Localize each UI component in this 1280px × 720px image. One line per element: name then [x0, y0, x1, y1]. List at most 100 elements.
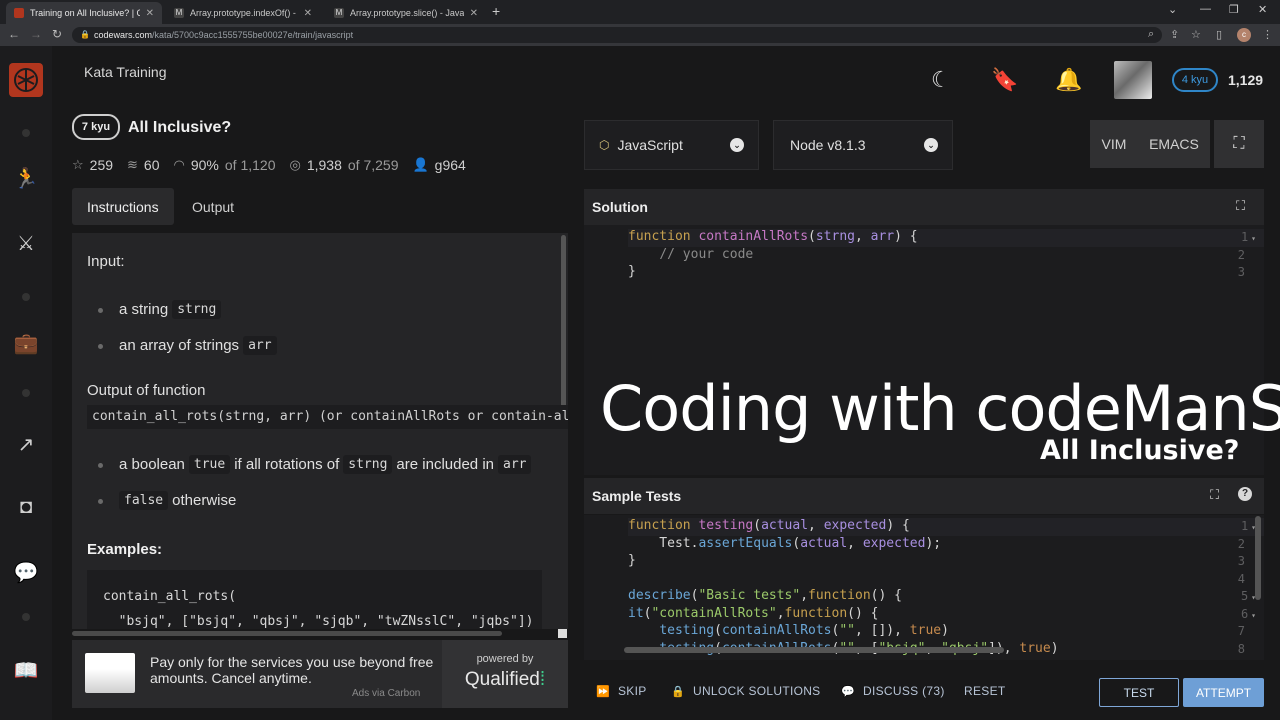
tab-instructions[interactable]: Instructions: [72, 188, 174, 225]
window-close-icon[interactable]: ✕: [1258, 3, 1267, 16]
ad-thumbnail-image[interactable]: [85, 653, 135, 693]
sidebar-discord-icon[interactable]: ◘: [0, 496, 52, 519]
version-select[interactable]: Node v8.1.3 ⌄: [773, 120, 953, 170]
dark-mode-icon[interactable]: ☾: [931, 67, 951, 93]
profile-avatar-icon[interactable]: c: [1237, 28, 1251, 42]
bookmarks-icon[interactable]: 🔖: [991, 67, 1018, 93]
discuss-button[interactable]: 💬 DISCUSS (73): [841, 684, 945, 698]
fullscreen-icon[interactable]: ⛶: [1214, 120, 1264, 168]
close-icon[interactable]: ✕: [304, 8, 312, 19]
sidebar-leaderboard-icon[interactable]: ↗: [0, 432, 52, 457]
code-line: Test.assertEquals(actual, expected);: [628, 536, 942, 551]
solution-panel-header: Solution: [584, 189, 1264, 225]
notifications-bell-icon[interactable]: 🔔: [1055, 67, 1082, 93]
tab-search-icon[interactable]: ⌄: [1168, 3, 1177, 16]
target-icon: ◎: [289, 157, 301, 172]
expand-icon[interactable]: ⛶: [1210, 487, 1219, 503]
browser-tab-indexof[interactable]: M Array.prototype.indexOf() - JavaScript…: [166, 2, 320, 24]
sidebar-divider: [22, 613, 30, 621]
list-item: a boolean true if all rotations of strng…: [97, 455, 532, 474]
user-rank-badge: 4 kyu: [1172, 68, 1218, 92]
list-item: false otherwise: [97, 491, 236, 510]
share-icon[interactable]: ⇪: [1170, 28, 1179, 41]
instructions-scrollbar[interactable]: [561, 235, 566, 415]
attempt-button[interactable]: ATTEMPT: [1183, 678, 1264, 707]
back-icon[interactable]: ←: [8, 27, 20, 41]
app-sidebar: 🏃 ⚔ 💼 ↗ ◘ 💬 📖: [0, 46, 52, 720]
sidebar-toggle-icon[interactable]: ▯: [1216, 28, 1222, 41]
input-heading: Input:: [87, 253, 125, 270]
code-line: // your code: [659, 247, 754, 262]
sidebar-chat-icon[interactable]: 💬: [0, 560, 52, 585]
language-select[interactable]: ⬡ JavaScript ⌄: [584, 120, 759, 170]
solution-label: Solution: [592, 199, 648, 215]
line-number: 3: [1237, 265, 1245, 279]
sidebar-dojo-icon[interactable]: ⚔: [0, 231, 52, 256]
example-horizontal-scrollbar[interactable]: [72, 631, 502, 636]
url-field[interactable]: 🔒 codewars.com/kata/5700c9acc1555755be00…: [72, 27, 1162, 43]
ad-powered-by: powered by: [476, 653, 534, 665]
video-overlay-subtitle: All Inclusive?: [1040, 435, 1240, 466]
vim-mode-button[interactable]: VIM: [1090, 120, 1138, 168]
code-line: testing(containAllRots("", []), true): [659, 623, 949, 638]
close-icon[interactable]: ✕: [470, 8, 478, 19]
user-honor: 1,129: [1228, 72, 1264, 88]
ad-brand-box[interactable]: powered by Qualified⁞: [442, 640, 568, 708]
zoom-icon[interactable]: ⌕: [1148, 28, 1154, 41]
sidebar-divider: [22, 129, 30, 137]
minimize-icon[interactable]: —: [1200, 3, 1211, 15]
ad-via-label[interactable]: Ads via Carbon: [352, 688, 420, 699]
tab-output[interactable]: Output: [177, 188, 249, 225]
user-avatar[interactable]: [1114, 61, 1152, 99]
comments-icon: 💬: [841, 685, 855, 698]
gauge-icon: ◠: [173, 157, 185, 172]
collections-stat[interactable]: ≋ 60: [127, 157, 159, 173]
new-tab-icon[interactable]: +: [492, 3, 500, 19]
stars-stat[interactable]: ☆ 259: [72, 157, 113, 173]
output-signature-code: contain_all_rots(strng, arr) (or contain…: [87, 405, 568, 429]
restore-icon[interactable]: ❐: [1229, 3, 1239, 16]
list-item: a string strng: [97, 300, 222, 319]
code-line: }: [628, 264, 636, 279]
chevron-down-icon: ⌄: [924, 138, 938, 152]
browser-tab-bar: Training on All Inclusive? | Codewars ✕ …: [0, 0, 1280, 24]
qualified-logo-mark-icon: ⁞: [539, 669, 546, 690]
expand-icon[interactable]: ⛶: [1236, 198, 1245, 214]
browser-address-bar: ← → ↻ 🔒 codewars.com/kata/5700c9acc15557…: [0, 24, 1280, 46]
sample-tests-editor[interactable]: 1 ▾ 2 3 4 5 ▾ 6 ▾ 7 8 function testing(actu…: [584, 515, 1264, 660]
ad-text[interactable]: Pay only for the services you use beyond…: [150, 654, 440, 686]
sidebar-docs-icon[interactable]: 📖: [0, 658, 52, 683]
carbon-ad[interactable]: Pay only for the services you use beyond…: [72, 640, 568, 708]
more-menu-icon[interactable]: ⋮: [1262, 28, 1273, 41]
kata-stats: ☆ 259 ≋ 60 ◠ 90% of 1,120 ◎ 1,938 of 7,259 👤 g9…: [72, 157, 466, 173]
bookmark-star-icon[interactable]: ☆: [1191, 28, 1201, 41]
collections-icon: ≋: [127, 157, 138, 172]
reload-icon[interactable]: ↻: [52, 27, 62, 41]
completed-stat: ◎ 1,938 of 7,259: [289, 157, 399, 173]
emacs-mode-button[interactable]: EMACS: [1138, 120, 1210, 168]
sidebar-divider: [22, 293, 30, 301]
browser-tab-codewars[interactable]: Training on All Inclusive? | Codewars ✕: [6, 2, 162, 24]
instructions-panel: Input: a string strng an array of string…: [72, 233, 568, 629]
forward-icon[interactable]: →: [30, 27, 42, 41]
star-icon: ☆: [72, 157, 84, 172]
user-icon: 👤: [412, 157, 429, 172]
reset-button[interactable]: RESET: [964, 684, 1006, 698]
line-number: 2: [1237, 248, 1245, 262]
code-line: }: [628, 553, 636, 568]
skip-button[interactable]: ⏩ SKIP: [596, 684, 647, 698]
tests-vertical-scrollbar[interactable]: [1255, 516, 1261, 600]
test-button[interactable]: TEST: [1099, 678, 1179, 707]
tests-horizontal-scrollbar[interactable]: [624, 647, 1004, 653]
help-icon[interactable]: ?: [1238, 487, 1252, 501]
close-icon[interactable]: ✕: [146, 8, 154, 19]
sidebar-briefcase-icon[interactable]: 💼: [0, 331, 52, 356]
browser-tab-slice[interactable]: M Array.prototype.slice() - JavaScript ✕: [326, 2, 486, 24]
unlock-solutions-button[interactable]: 🔒 UNLOCK SOLUTIONS: [671, 684, 821, 698]
example-code-block: contain_all_rots( "bsjq", ["bsjq", "qbsj…: [87, 570, 542, 629]
author-stat[interactable]: 👤 g964: [412, 157, 465, 173]
codewars-logo-icon[interactable]: [9, 63, 43, 97]
sidebar-practice-icon[interactable]: 🏃: [0, 166, 52, 191]
examples-heading: Examples:: [87, 541, 163, 558]
mdn-favicon-icon: M: [174, 8, 184, 18]
